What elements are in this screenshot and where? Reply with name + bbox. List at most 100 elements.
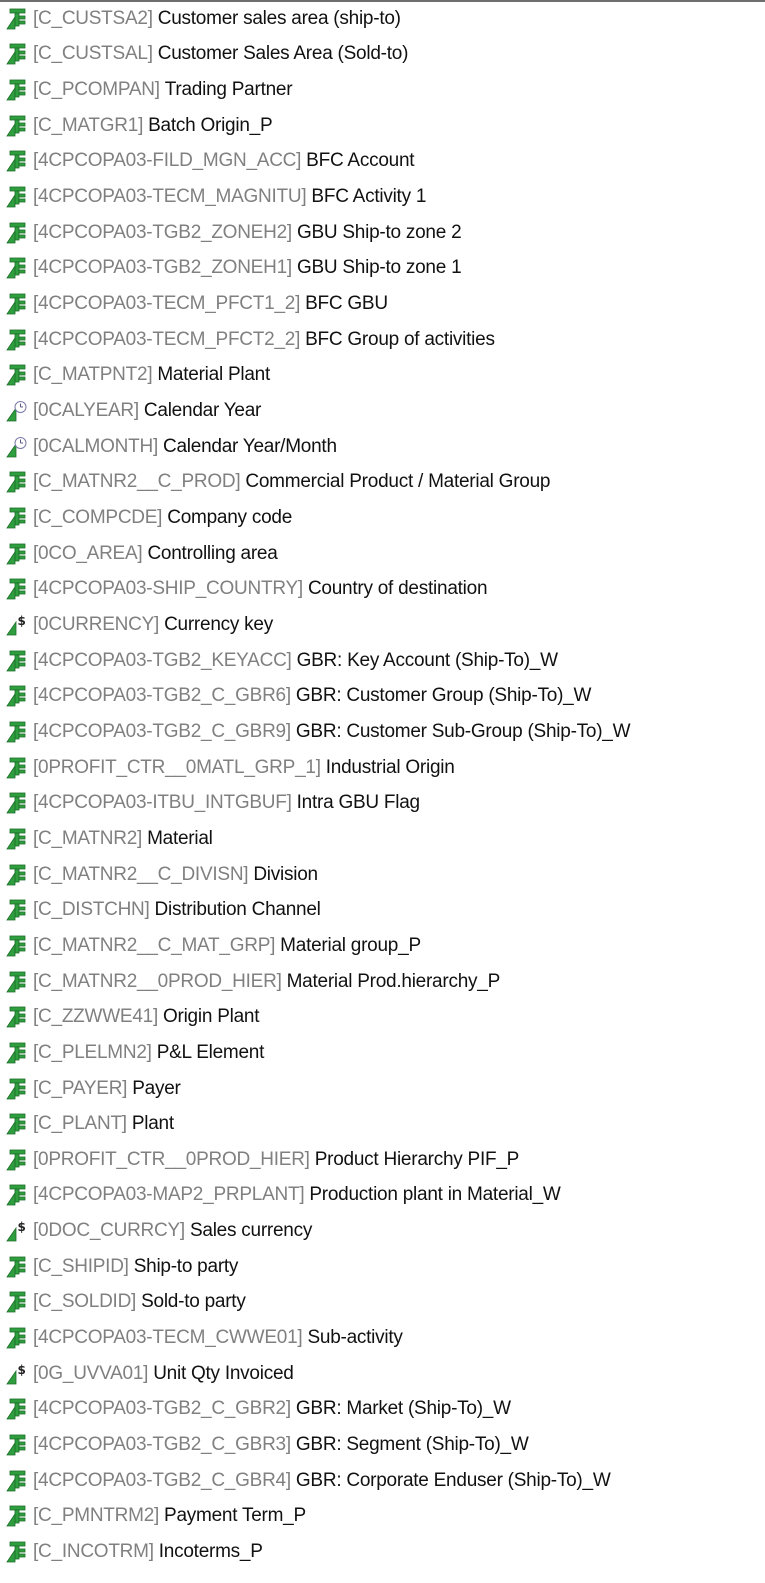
tree-item[interactable]: $ [0DOC_CURRCY] Sales currency	[0, 1213, 765, 1249]
description: Material group_P	[280, 934, 421, 956]
tree-item[interactable]: [C_CUSTSA2] Customer sales area (ship-to)	[0, 1, 765, 37]
technical-name: [C_DISTCHN]	[33, 899, 150, 921]
description: Controlling area	[147, 542, 278, 564]
characteristic-icon	[6, 792, 28, 814]
characteristic-icon	[6, 293, 28, 315]
description: Sub-activity	[307, 1327, 403, 1349]
tree-item[interactable]: [C_MATNR2__C_MAT_GRP] Material group_P	[0, 928, 765, 964]
characteristic-icon	[6, 757, 28, 779]
characteristic-icon	[6, 79, 28, 101]
tree-item[interactable]: [C_SOLDID] Sold-to party	[0, 1285, 765, 1321]
characteristic-icon	[6, 721, 28, 743]
unit-characteristic-icon: $	[6, 614, 28, 636]
tree-item[interactable]: [4CPCOPA03-TGB2_C_GBR9] GBR: Customer Sub…	[0, 714, 765, 750]
description: BFC GBU	[305, 293, 388, 315]
tree-item[interactable]: [C_PMNTRM2] Payment Term_P	[0, 1499, 765, 1535]
description: P&L Element	[156, 1041, 265, 1063]
tree-item[interactable]: [C_DISTCHN] Distribution Channel	[0, 892, 765, 928]
characteristic-icon	[6, 578, 28, 600]
tree-item[interactable]: [0CALMONTH] Calendar Year/Month	[0, 429, 765, 465]
tree-item[interactable]: [C_ZZWWE41] Origin Plant	[0, 999, 765, 1035]
svg-text:$: $	[18, 1220, 26, 1234]
tree-item[interactable]: $ [0CURRENCY] Currency key	[0, 607, 765, 643]
description: Payer	[132, 1077, 181, 1099]
tree-item[interactable]: [C_MATNR2__C_DIVISN] Division	[0, 857, 765, 893]
tree-item[interactable]: [C_INCOTRM] Incoterms_P	[0, 1534, 765, 1570]
tree-item[interactable]: [4CPCOPA03-TGB2_C_GBR3] GBR: Segment (Shi…	[0, 1427, 765, 1463]
characteristic-icon	[6, 543, 28, 565]
tree-item[interactable]: [4CPCOPA03-TGB2_C_GBR2] GBR: Market (Ship…	[0, 1392, 765, 1428]
technical-name: [4CPCOPA03-FILD_MGN_ACC]	[33, 150, 302, 172]
technical-name: [0CURRENCY]	[33, 613, 160, 635]
characteristic-icon	[6, 115, 28, 137]
description: Payment Term_P	[164, 1505, 306, 1527]
tree-item[interactable]: [4CPCOPA03-TECM_PFCT2_2] BFC Group of act…	[0, 322, 765, 358]
characteristic-icon	[6, 329, 28, 351]
tree-item[interactable]: [4CPCOPA03-FILD_MGN_ACC] BFC Account	[0, 144, 765, 180]
description: Calendar Year/Month	[163, 435, 337, 457]
characteristic-icon	[6, 150, 28, 172]
technical-name: [4CPCOPA03-TGB2_ZONEH2]	[33, 221, 292, 243]
technical-name: [4CPCOPA03-TGB2_C_GBR2]	[33, 1398, 291, 1420]
description: BFC Account	[306, 150, 415, 172]
tree-item[interactable]: [4CPCOPA03-TGB2_ZONEH1] GBU Ship-to zone …	[0, 251, 765, 287]
technical-name: [C_MATNR2]	[33, 827, 143, 849]
characteristic-icon	[6, 257, 28, 279]
characteristic-icon	[6, 186, 28, 208]
description: Plant	[131, 1113, 174, 1135]
tree-item[interactable]: [C_PAYER] Payer	[0, 1071, 765, 1107]
tree-item[interactable]: [0PROFIT_CTR__0MATL_GRP_1] Industrial Ori…	[0, 750, 765, 786]
characteristic-icon	[6, 1256, 28, 1278]
technical-name: [4CPCOPA03-SHIP_COUNTRY]	[33, 578, 303, 600]
technical-name: [C_COMPCDE]	[33, 507, 163, 529]
tree-item[interactable]: [0PROFIT_CTR__0PROD_HIER] Product Hierarc…	[0, 1142, 765, 1178]
technical-name: [4CPCOPA03-TGB2_C_GBR3]	[33, 1434, 291, 1456]
tree-item[interactable]: [4CPCOPA03-TECM_PFCT1_2] BFC GBU	[0, 286, 765, 322]
tree-item[interactable]: [4CPCOPA03-TGB2_C_GBR4] GBR: Corporate En…	[0, 1463, 765, 1499]
tree-item[interactable]: [C_PLELMN2] P&L Element	[0, 1035, 765, 1071]
description: GBR: Segment (Ship-To)_W	[295, 1434, 529, 1456]
technical-name: [C_PMNTRM2]	[33, 1505, 160, 1527]
description: GBR: Customer Sub-Group (Ship-To)_W	[295, 720, 631, 742]
tree-item[interactable]: [C_CUSTSAL] Customer Sales Area (Sold-to)	[0, 37, 765, 73]
tree-item[interactable]: [C_PLANT] Plant	[0, 1106, 765, 1142]
description: Intra GBU Flag	[296, 792, 420, 814]
description: Distribution Channel	[154, 899, 321, 921]
tree-item[interactable]: [4CPCOPA03-TECM_MAGNITU] BFC Activity 1	[0, 179, 765, 215]
tree-item[interactable]: [C_MATGR1] Batch Origin_P	[0, 108, 765, 144]
tree-item[interactable]: [4CPCOPA03-TGB2_C_GBR6] GBR: Customer Gro…	[0, 678, 765, 714]
tree-item[interactable]: [C_PCOMPAN] Trading Partner	[0, 72, 765, 108]
description: GBR: Customer Group (Ship-To)_W	[295, 685, 592, 707]
characteristic-icon	[6, 1291, 28, 1313]
characteristic-icon	[6, 828, 28, 850]
tree-item[interactable]: [C_COMPCDE] Company code	[0, 500, 765, 536]
tree-item[interactable]: [4CPCOPA03-TECM_CWWE01] Sub-activity	[0, 1320, 765, 1356]
description: Production plant in Material_W	[309, 1184, 561, 1206]
characteristics-tree: [C_CUSTSA2] Customer sales area (ship-to)…	[0, 1, 765, 1570]
description: Sales currency	[189, 1220, 313, 1242]
tree-item[interactable]: $ [0G_UVVA01] Unit Qty Invoiced	[0, 1356, 765, 1392]
tree-item[interactable]: [4CPCOPA03-MAP2_PRPLANT] Production plant…	[0, 1178, 765, 1214]
tree-item[interactable]: [C_MATNR2] Material	[0, 821, 765, 857]
description: Division	[253, 863, 318, 885]
tree-item[interactable]: [0CO_AREA] Controlling area	[0, 536, 765, 572]
tree-item[interactable]: [4CPCOPA03-SHIP_COUNTRY] Country of desti…	[0, 572, 765, 608]
tree-item[interactable]: [C_SHIPID] Ship-to party	[0, 1249, 765, 1285]
tree-item[interactable]: [4CPCOPA03-ITBU_INTGBUF] Intra GBU Flag	[0, 785, 765, 821]
description: GBR: Key Account (Ship-To)_W	[296, 649, 558, 671]
description: Industrial Origin	[325, 756, 455, 778]
description: GBU Ship-to zone 2	[296, 221, 462, 243]
tree-item[interactable]: [C_MATNR2__C_PROD] Commercial Product / M…	[0, 465, 765, 501]
technical-name: [C_CUSTSA2]	[33, 7, 153, 29]
characteristic-icon	[6, 935, 28, 957]
technical-name: [C_SHIPID]	[33, 1255, 129, 1277]
tree-item[interactable]: [4CPCOPA03-TGB2_KEYACC] GBR: Key Account …	[0, 643, 765, 679]
tree-item[interactable]: [C_MATPNT2] Material Plant	[0, 358, 765, 394]
characteristic-icon	[6, 43, 28, 65]
tree-item[interactable]: [4CPCOPA03-TGB2_ZONEH2] GBU Ship-to zone …	[0, 215, 765, 251]
technical-name: [4CPCOPA03-ITBU_INTGBUF]	[33, 792, 292, 814]
technical-name: [C_MATGR1]	[33, 114, 144, 136]
tree-item[interactable]: [0CALYEAR] Calendar Year	[0, 393, 765, 429]
technical-name: [0PROFIT_CTR__0MATL_GRP_1]	[33, 756, 321, 778]
tree-item[interactable]: [C_MATNR2__0PROD_HIER] Material Prod.hier…	[0, 964, 765, 1000]
